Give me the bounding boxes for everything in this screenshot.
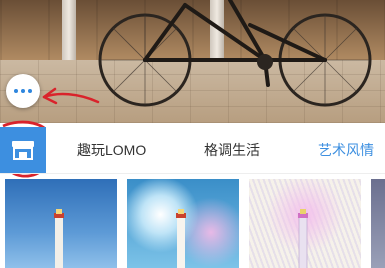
photo-pillar [62,0,76,60]
store-tab[interactable] [0,127,46,173]
filter-thumbnail[interactable] [371,179,385,268]
tab-lifestyle[interactable]: 格调生活 [204,127,260,173]
more-dots-icon [28,89,32,93]
tab-art[interactable]: 艺术风情 [318,127,374,173]
more-options-button[interactable] [6,74,40,108]
photo-preview [0,0,385,123]
store-icon [12,141,34,160]
filter-thumbnail[interactable] [5,179,117,268]
filter-thumbnail-strip [0,179,385,268]
bicycle-image [98,0,372,107]
more-dots-icon [14,89,18,93]
filter-category-tabbar: 趣玩LOMO 格调生活 艺术风情 [0,127,385,174]
filter-thumbnail[interactable] [249,179,361,268]
filter-thumbnail[interactable] [127,179,239,268]
more-dots-icon [21,89,25,93]
tab-lomo[interactable]: 趣玩LOMO [77,127,146,173]
